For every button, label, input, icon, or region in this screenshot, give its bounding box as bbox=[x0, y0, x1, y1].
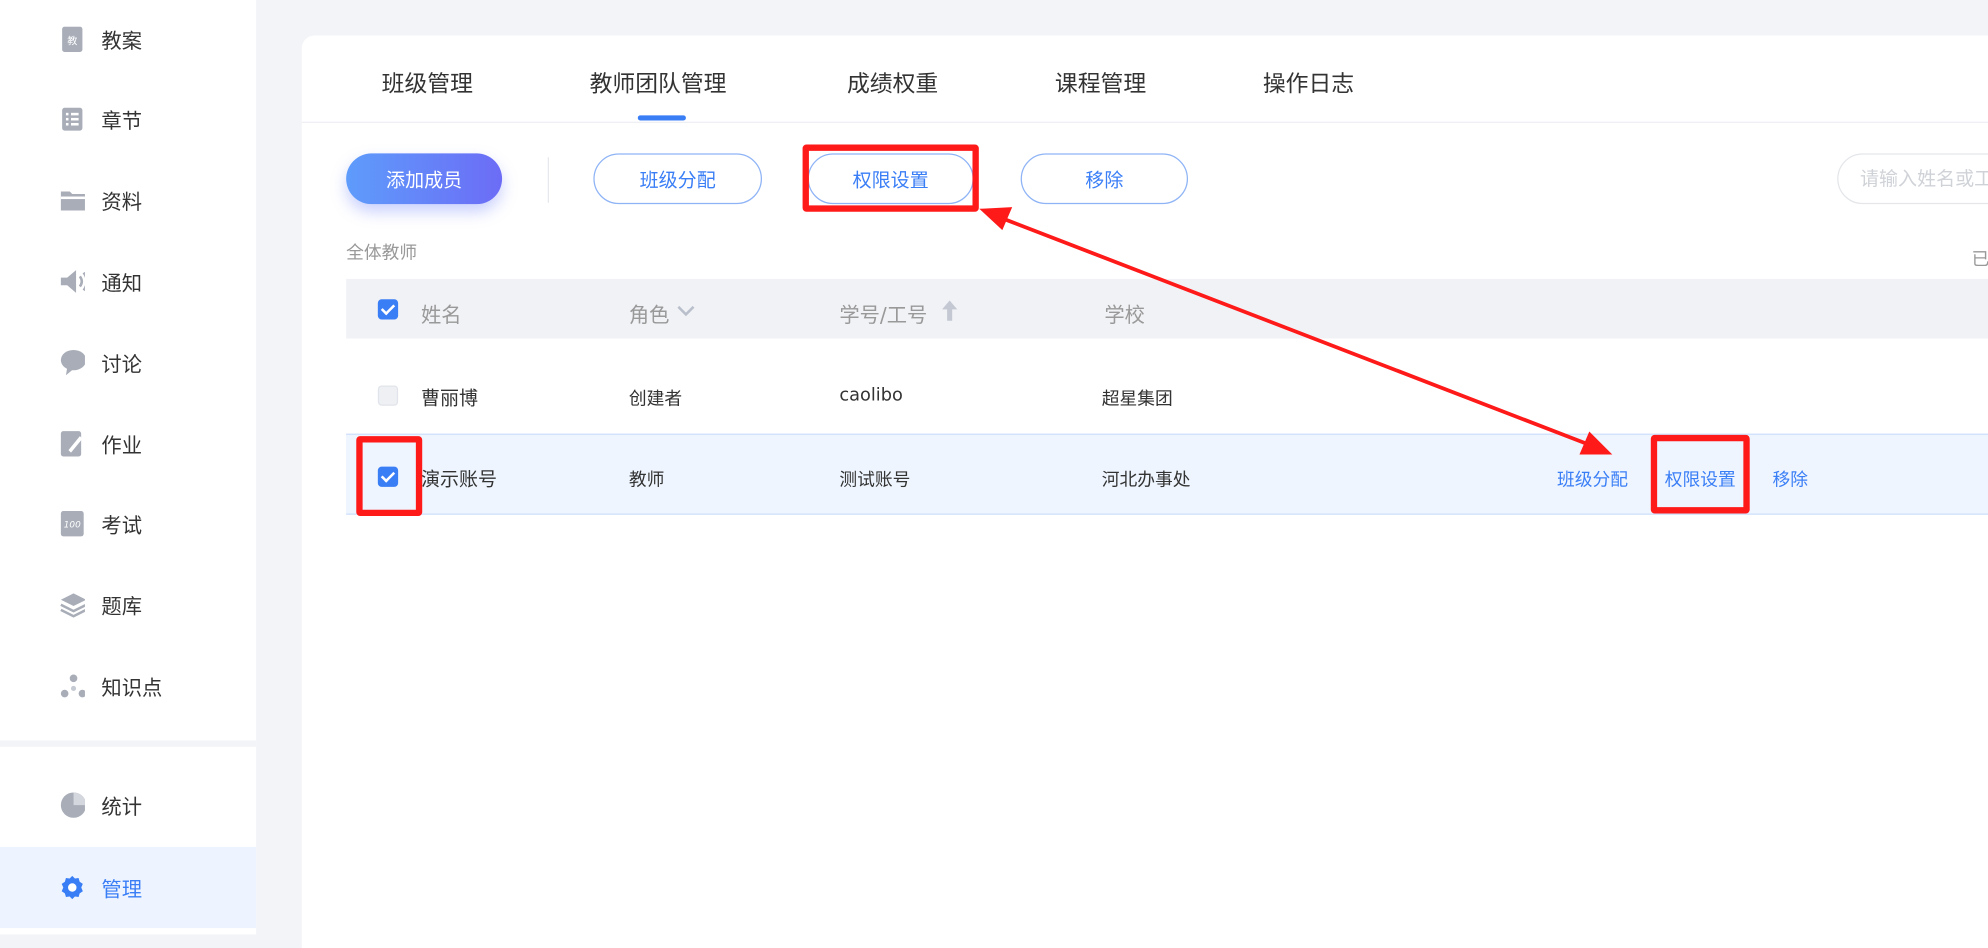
folder-icon bbox=[60, 188, 85, 213]
homework-icon bbox=[60, 431, 85, 457]
sidebar-divider bbox=[0, 740, 257, 747]
table-header bbox=[346, 278, 1988, 339]
row-checkbox[interactable] bbox=[377, 466, 399, 487]
section-label: 全体教师 bbox=[346, 243, 418, 264]
svg-text:教: 教 bbox=[67, 34, 77, 47]
exam-icon: 100 bbox=[60, 510, 85, 537]
sidebar-item-label: 知识点 bbox=[101, 675, 163, 700]
sidebar-item-manage[interactable]: 管理 bbox=[0, 846, 257, 929]
cell-id: caolibo bbox=[839, 385, 903, 406]
sidebar-item-label: 通知 bbox=[101, 271, 143, 296]
cell-school: 河北办事处 bbox=[1101, 470, 1191, 491]
sidebar-item-label: 讨论 bbox=[101, 352, 143, 377]
add-member-button[interactable]: 添加成员 bbox=[346, 153, 503, 205]
class-assign-button[interactable]: 班级分配 bbox=[593, 153, 763, 205]
cell-name: 曹丽博 bbox=[420, 386, 479, 410]
sidebar-item-homework[interactable]: 作业 bbox=[0, 418, 256, 469]
sidebar-item-knowledge[interactable]: 知识点 bbox=[0, 661, 256, 712]
sidebar-item-label: 教案 bbox=[101, 29, 143, 54]
row-remove-link[interactable]: 移除 bbox=[1773, 467, 1809, 492]
tabs-divider bbox=[301, 121, 1988, 123]
tab-operation-log[interactable]: 操作日志 bbox=[1263, 66, 1354, 99]
sidebar-item-label: 资料 bbox=[101, 190, 143, 215]
sidebar-item-label: 考试 bbox=[101, 513, 143, 538]
tab-teacher-team[interactable]: 教师团队管理 bbox=[590, 66, 727, 99]
sidebar-item-label: 作业 bbox=[101, 433, 143, 458]
sidebar-item-label: 章节 bbox=[101, 109, 143, 134]
selected-count-hint: 已 bbox=[1971, 249, 1988, 271]
active-tab-indicator bbox=[637, 115, 686, 121]
tab-course-management[interactable]: 课程管理 bbox=[1055, 66, 1146, 99]
speaker-icon bbox=[60, 269, 85, 294]
toolbar-divider bbox=[547, 157, 550, 203]
select-all-checkbox[interactable] bbox=[377, 299, 399, 320]
sidebar-item-label: 统计 bbox=[101, 794, 143, 820]
row-permission-settings-link[interactable]: 权限设置 bbox=[1665, 467, 1736, 492]
sidebar-item-notice[interactable]: 通知 bbox=[0, 256, 256, 307]
row-class-assign-link[interactable]: 班级分配 bbox=[1557, 467, 1628, 492]
sidebar-item-discussion[interactable]: 讨论 bbox=[0, 337, 256, 388]
svg-text:100: 100 bbox=[64, 520, 81, 530]
lesson-plan-icon: 教 bbox=[60, 26, 85, 52]
chevron-down-icon[interactable] bbox=[676, 300, 696, 324]
pie-chart-icon bbox=[60, 792, 85, 818]
sidebar: 教 教案 章节 资料 通知 讨论 作业 100 考试 题库 知识点 统计 管理 bbox=[0, 0, 257, 935]
header-school: 学校 bbox=[1104, 303, 1145, 328]
sidebar-item-materials[interactable]: 资料 bbox=[0, 175, 256, 226]
sidebar-item-chapter[interactable]: 章节 bbox=[0, 94, 256, 145]
sort-up-arrow-icon[interactable] bbox=[941, 299, 959, 327]
chapter-list-icon bbox=[60, 107, 85, 132]
sidebar-item-label: 管理 bbox=[101, 877, 143, 902]
cell-role: 创建者 bbox=[628, 389, 683, 410]
cell-id: 测试账号 bbox=[839, 470, 911, 491]
tab-class-management[interactable]: 班级管理 bbox=[382, 66, 473, 99]
header-id[interactable]: 学号/工号 bbox=[839, 298, 927, 328]
cell-role: 教师 bbox=[628, 470, 665, 491]
sidebar-item-lesson-plan[interactable]: 教 教案 bbox=[0, 14, 256, 65]
cell-name: 演示账号 bbox=[420, 467, 498, 491]
layers-icon bbox=[60, 592, 85, 618]
search-input[interactable] bbox=[1837, 153, 1988, 205]
header-name: 姓名 bbox=[420, 303, 462, 328]
knowledge-node-icon bbox=[60, 673, 85, 698]
sidebar-item-question-bank[interactable]: 题库 bbox=[0, 579, 256, 630]
cell-school: 超星集团 bbox=[1101, 389, 1173, 410]
row-checkbox[interactable] bbox=[377, 385, 399, 406]
header-role[interactable]: 角色 bbox=[629, 298, 670, 328]
sidebar-item-statistics[interactable]: 统计 bbox=[0, 780, 256, 831]
sidebar-item-label: 题库 bbox=[101, 594, 143, 619]
remove-button[interactable]: 移除 bbox=[1020, 153, 1189, 205]
sidebar-item-exam[interactable]: 100 考试 bbox=[0, 498, 256, 549]
tab-grade-weight[interactable]: 成绩权重 bbox=[847, 66, 938, 99]
chat-bubble-icon bbox=[60, 349, 85, 376]
permission-settings-button[interactable]: 权限设置 bbox=[807, 153, 974, 205]
gear-icon bbox=[60, 875, 85, 900]
